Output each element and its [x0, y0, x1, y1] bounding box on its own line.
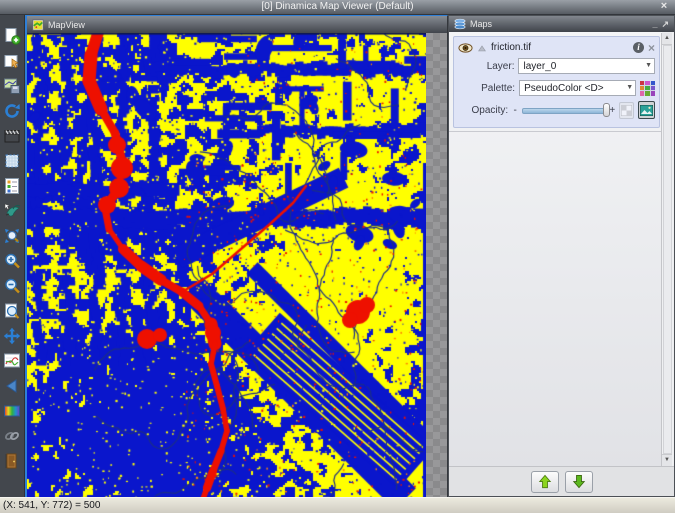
coordinate-readout: (X: 541, Y: 772) = 500 [3, 500, 100, 511]
palette-select[interactable]: PseudoColor <D> ▼ [519, 80, 636, 96]
maps-panel-header[interactable]: Maps _ ↗ [449, 16, 674, 32]
app-window: [0] Dinamica Map Viewer (Default) × MapV… [0, 0, 675, 513]
exit-icon [3, 452, 21, 470]
status-bar: (X: 541, Y: 772) = 500 [0, 497, 675, 513]
transparent-background [426, 33, 447, 497]
zoom-in-icon [3, 252, 21, 270]
save-map-button[interactable] [1, 75, 23, 97]
scroll-up-arrow-icon[interactable]: ▲ [662, 33, 672, 45]
legend-icon [3, 177, 21, 195]
opacity-label: Opacity: [458, 105, 508, 116]
transparent-selection-icon [3, 152, 21, 170]
toolbar [0, 15, 25, 497]
title-bar: [0] Dinamica Map Viewer (Default) × [0, 0, 675, 15]
hummingbird-pointer-button[interactable] [1, 200, 23, 222]
profile-chart-icon [3, 352, 21, 370]
opacity-slider-handle[interactable] [603, 103, 610, 117]
palette-editor-button[interactable] [640, 81, 655, 96]
hummingbird-pointer-icon [3, 202, 21, 220]
export-image-button[interactable] [638, 101, 655, 119]
maps-scrollbar[interactable]: ▲ ▼ [661, 33, 673, 466]
mapview-body [27, 33, 447, 497]
layer-select-value: layer_0 [523, 61, 556, 72]
layer-label: Layer: [458, 61, 514, 72]
zoom-out-icon [3, 277, 21, 295]
link-views-button[interactable] [1, 425, 23, 447]
opacity-plus-button[interactable]: + [609, 105, 615, 116]
zoom-extent-icon [3, 227, 21, 245]
layer-row: Layer: layer_0 ▼ [458, 55, 655, 77]
float-panel-button[interactable]: ↗ [661, 20, 669, 29]
zoom-out-button[interactable] [1, 275, 23, 297]
maps-panel-title: Maps [470, 19, 492, 29]
list-separator [449, 131, 662, 132]
layers-icon [454, 18, 466, 30]
mapview-header[interactable]: MapView [27, 16, 447, 33]
chevron-down-icon: ▼ [626, 84, 633, 91]
refresh-icon [3, 102, 21, 120]
layer-select[interactable]: layer_0 ▼ [518, 58, 655, 74]
layer-info-button[interactable]: i [633, 42, 644, 53]
green-down-arrow-icon [572, 474, 586, 489]
palette-button-toolbar[interactable] [1, 400, 23, 422]
opacity-minus-button[interactable]: - [512, 105, 518, 116]
minimize-panel-button[interactable]: _ [652, 20, 657, 29]
record-animation-button[interactable] [1, 125, 23, 147]
exit-button[interactable] [1, 450, 23, 472]
back-button[interactable] [1, 375, 23, 397]
refresh-button[interactable] [1, 100, 23, 122]
zoom-selection-icon [3, 302, 21, 320]
scroll-down-arrow-icon[interactable]: ▼ [662, 454, 672, 466]
layer-card-title-row: friction.tif i × [458, 40, 655, 55]
legend-button[interactable] [1, 175, 23, 197]
pan-icon [3, 327, 21, 345]
zoom-selection-button[interactable] [1, 300, 23, 322]
mapview-icon [32, 19, 44, 31]
palette-icon [3, 402, 21, 420]
maps-panel-footer [449, 466, 674, 496]
zoom-in-button[interactable] [1, 250, 23, 272]
chevron-down-icon: ▼ [645, 62, 652, 69]
record-animation-icon [3, 127, 21, 145]
palette-row: Palette: PseudoColor <D> ▼ [458, 77, 655, 99]
window-title: [0] Dinamica Map Viewer (Default) [261, 1, 413, 12]
scrollbar-thumb[interactable] [663, 45, 672, 454]
opacity-row: Opacity: - + [458, 99, 655, 121]
green-up-arrow-icon [538, 474, 552, 489]
layer-name: friction.tif [491, 42, 531, 53]
transparency-grid-button[interactable] [619, 102, 634, 119]
move-layer-up-button[interactable] [531, 471, 559, 493]
opacity-slider-track [522, 108, 605, 114]
maps-panel: Maps _ ↗ friction.tif i × Layer: layer_ [448, 15, 675, 497]
opacity-slider[interactable] [522, 103, 605, 117]
zoom-extent-button[interactable] [1, 225, 23, 247]
move-layer-down-button[interactable] [565, 471, 593, 493]
expander-triangle-icon[interactable] [477, 44, 487, 52]
palette-label: Palette: [458, 83, 515, 94]
map-canvas[interactable] [27, 33, 426, 499]
link-views-icon [3, 427, 21, 445]
layer-close-button[interactable]: × [648, 42, 655, 54]
new-map-icon [3, 27, 21, 45]
layer-list: friction.tif i × Layer: layer_0 ▼ Palett… [449, 32, 662, 467]
checker-grid-icon [621, 105, 632, 116]
new-map-button[interactable] [1, 25, 23, 47]
profile-chart-button[interactable] [1, 350, 23, 372]
layer-card: friction.tif i × Layer: layer_0 ▼ Palett… [453, 36, 660, 128]
image-icon [640, 105, 653, 116]
pan-button[interactable] [1, 325, 23, 347]
save-map-icon [3, 77, 21, 95]
select-region-icon [3, 52, 21, 70]
transparent-selection-button[interactable] [1, 150, 23, 172]
back-icon [3, 377, 21, 395]
close-window-button[interactable]: × [656, 0, 672, 14]
visibility-eye-icon[interactable] [458, 43, 473, 53]
select-region-button[interactable] [1, 50, 23, 72]
mapview-window: MapView [25, 15, 448, 497]
mapview-title: MapView [48, 20, 85, 30]
palette-select-value: PseudoColor <D> [524, 83, 604, 94]
